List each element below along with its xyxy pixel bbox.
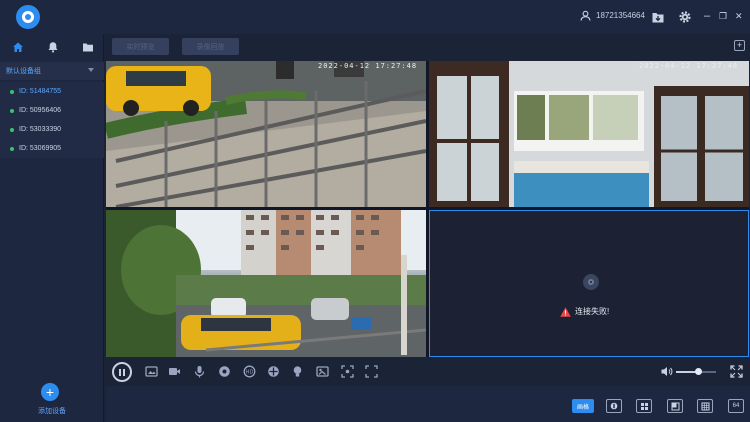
video-grid: 2022-04-12 17:27:48 2022-04-12 17:27:48 …: [106, 61, 749, 357]
six-view-icon: [671, 402, 679, 410]
video-tile-4[interactable]: 连接失败!: [429, 210, 749, 357]
device-list: ID: 51484755 ID: 50956406 ID: 53033390 I…: [0, 82, 104, 158]
video-timestamp: 2022-04-12 17:27:48: [318, 62, 418, 70]
live-preview-button[interactable]: 实时预览: [112, 38, 169, 55]
svg-text:HD: HD: [246, 370, 254, 376]
record-icon[interactable]: [168, 365, 181, 378]
screenshot-icon[interactable]: [145, 365, 158, 378]
layout-bar: 画格 64: [106, 386, 750, 422]
online-status-dot: [10, 146, 14, 151]
hd-icon[interactable]: HD: [243, 365, 256, 378]
video-tile-2[interactable]: 2022-04-12 17:27:48: [429, 61, 749, 207]
connection-error-text: 连接失败!: [575, 307, 610, 316]
tab-files[interactable]: [71, 34, 104, 60]
home-icon: [13, 42, 24, 52]
connection-error: 连接失败!: [560, 306, 609, 317]
volume-slider[interactable]: [676, 368, 716, 375]
microphone-icon[interactable]: [193, 365, 206, 378]
focus-icon[interactable]: [341, 365, 354, 378]
pause-icon: [119, 368, 125, 376]
device-item-label: ID: 53069905: [19, 145, 62, 152]
device-item-label: ID: 53033390: [19, 126, 62, 133]
camera-feed-image: [106, 61, 426, 207]
minimize-button[interactable]: –: [704, 9, 710, 23]
user-phone: 18721354664: [596, 11, 645, 20]
camera-feed-image: [106, 210, 426, 357]
nine-view-icon: [701, 402, 709, 410]
video-tile-1[interactable]: 2022-04-12 17:27:48: [106, 61, 426, 207]
layout-6-button[interactable]: [667, 399, 683, 413]
folder-icon: [82, 43, 93, 52]
app-window: 18721354664 – ❐ ✕ 默认设备组 ID: 51484755 ID:…: [0, 0, 750, 422]
device-group-header[interactable]: 默认设备组: [0, 62, 104, 80]
device-item-3[interactable]: ID: 53033390: [0, 120, 104, 139]
pause-button[interactable]: [112, 362, 132, 382]
quad-view-icon: [640, 402, 648, 410]
add-device-label[interactable]: 添加设备: [0, 406, 104, 416]
gallery-icon[interactable]: [316, 365, 329, 378]
app-logo-icon: [16, 5, 40, 29]
sidebar: 默认设备组 ID: 51484755 ID: 50956406 ID: 5303…: [0, 34, 104, 422]
device-item-2[interactable]: ID: 50956406: [0, 101, 104, 120]
device-item-1[interactable]: ID: 51484755: [0, 82, 104, 101]
playback-button[interactable]: 录像回放: [182, 38, 239, 55]
ptz-icon[interactable]: [267, 365, 280, 378]
camera-icon: [583, 274, 599, 290]
camera-feed-image: [429, 61, 749, 207]
online-status-dot: [10, 127, 14, 132]
layout-1-button[interactable]: [606, 399, 622, 413]
single-view-icon: [610, 402, 618, 410]
layout-64-button[interactable]: 64: [728, 399, 744, 413]
layout-button-active[interactable]: 画格: [572, 399, 594, 413]
tab-alerts[interactable]: [37, 34, 70, 60]
sidebar-tabs: [0, 34, 104, 60]
online-status-dot: [10, 89, 14, 94]
user-icon: [580, 10, 591, 21]
close-button[interactable]: ✕: [735, 9, 743, 23]
gear-icon[interactable]: [678, 10, 692, 24]
volume-icon[interactable]: [660, 365, 673, 378]
video-timestamp: 2022-04-12 17:27:48: [639, 62, 739, 70]
tab-devices[interactable]: [2, 34, 35, 60]
user-account[interactable]: 18721354664: [580, 10, 645, 21]
online-status-dot: [10, 108, 14, 113]
video-tile-3[interactable]: [106, 210, 426, 357]
device-group-label: 默认设备组: [6, 68, 41, 75]
title-bar: 18721354664 – ❐ ✕: [0, 0, 750, 34]
download-icon[interactable]: [651, 10, 665, 24]
add-window-button[interactable]: +: [734, 40, 745, 51]
device-item-4[interactable]: ID: 53069905: [0, 139, 104, 158]
fullscreen-icon[interactable]: [730, 365, 743, 378]
layout-9-button[interactable]: [697, 399, 713, 413]
fit-screen-icon[interactable]: [365, 365, 378, 378]
light-bulb-icon[interactable]: [291, 365, 304, 378]
bell-icon: [48, 42, 58, 53]
device-item-label: ID: 51484755: [19, 88, 62, 95]
restore-button[interactable]: ❐: [719, 9, 727, 23]
volume-handle[interactable]: [694, 368, 702, 375]
chevron-down-icon: [88, 68, 94, 72]
quality-icon[interactable]: [218, 365, 231, 378]
playback-controls: HD: [106, 360, 750, 384]
layout-4-button[interactable]: [636, 399, 652, 413]
warning-icon: [560, 306, 571, 317]
device-item-label: ID: 50956406: [19, 107, 62, 114]
add-device-button[interactable]: +: [41, 383, 59, 401]
